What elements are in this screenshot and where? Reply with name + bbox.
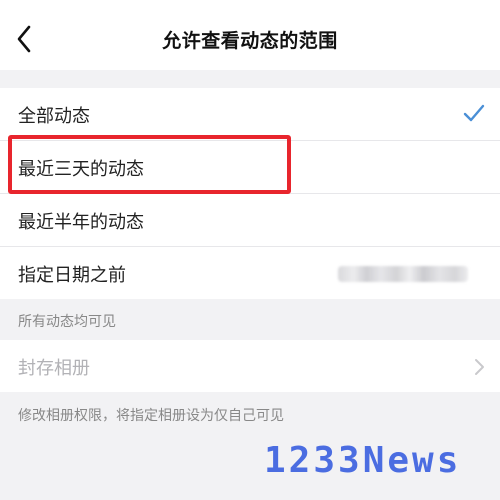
checkmark-icon	[462, 102, 486, 128]
page-title: 允许查看动态的范围	[162, 30, 338, 52]
chevron-right-icon	[472, 357, 486, 381]
option-label: 指定日期之前	[18, 265, 126, 286]
redacted-date-value	[338, 266, 468, 282]
sealed-album-row[interactable]: 封存相册	[0, 340, 500, 392]
album-label: 封存相册	[18, 358, 90, 379]
highlight-annotation-box	[8, 135, 291, 194]
option-label: 全部动态	[18, 106, 90, 127]
option-all-posts[interactable]: 全部动态	[0, 88, 500, 141]
option-last-half-year[interactable]: 最近半年的动态	[0, 194, 500, 247]
option-before-date[interactable]: 指定日期之前	[0, 247, 500, 299]
option-label: 最近半年的动态	[18, 212, 144, 233]
navigation-bar: 允许查看动态的范围	[0, 0, 500, 70]
watermark: 1233News	[264, 440, 462, 481]
range-note: 所有动态均可见	[18, 314, 116, 330]
album-note: 修改相册权限，将指定相册设为仅自己可见	[18, 408, 284, 424]
album-settings-list: 封存相册	[0, 340, 500, 392]
